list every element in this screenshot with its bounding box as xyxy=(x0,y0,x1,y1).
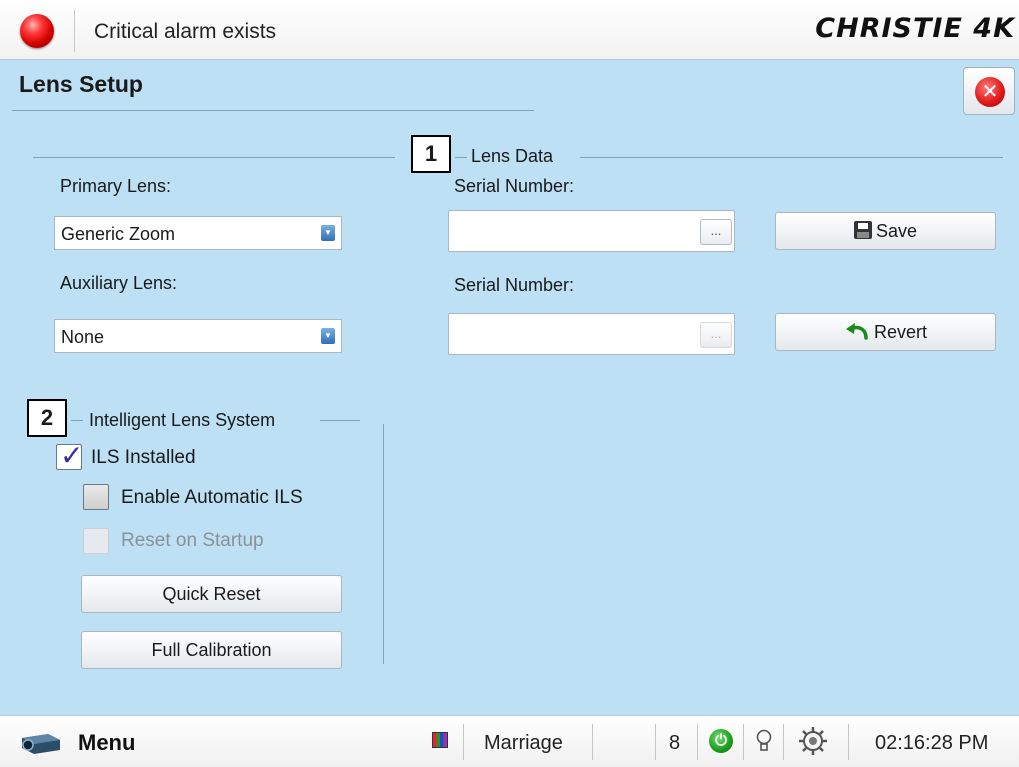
callout-2: 2 xyxy=(27,399,67,437)
group-divider xyxy=(320,420,360,421)
cooling-gear-icon[interactable] xyxy=(795,725,831,757)
palette-icon[interactable] xyxy=(432,732,448,748)
lens-setup-panel: Lens Setup ✕ 1 Lens Data Primary Lens: G… xyxy=(0,60,1019,715)
divider xyxy=(592,724,593,760)
alarm-status-text[interactable]: Critical alarm exists xyxy=(94,20,276,44)
divider xyxy=(74,10,75,52)
divider xyxy=(743,724,744,760)
ils-installed-checkbox[interactable]: ✓ xyxy=(56,440,83,471)
reset-on-startup-checkbox[interactable] xyxy=(83,528,109,554)
projector-icon[interactable] xyxy=(18,728,64,756)
primary-serial-field[interactable]: ... xyxy=(448,210,735,252)
clock: 02:16:28 PM xyxy=(875,732,989,754)
ils-group-label: Intelligent Lens System xyxy=(89,410,276,430)
check-icon: ✓ xyxy=(60,440,84,471)
group-divider xyxy=(580,157,1003,158)
top-status-bar: Critical alarm exists CHRISTIE 4K xyxy=(0,0,1019,60)
divider xyxy=(463,724,464,760)
title-underline xyxy=(12,110,534,111)
group-divider xyxy=(383,424,384,664)
active-profile-label[interactable]: Marriage xyxy=(484,732,563,755)
alarm-light-icon[interactable] xyxy=(20,14,54,48)
close-button[interactable]: ✕ xyxy=(963,67,1015,115)
divider xyxy=(655,724,656,760)
revert-button[interactable]: Revert xyxy=(775,313,996,351)
full-calibration-button[interactable]: Full Calibration xyxy=(81,631,342,669)
browse-button[interactable]: ... xyxy=(700,219,732,245)
primary-lens-value: Generic Zoom xyxy=(61,224,176,244)
bottom-taskbar: Menu Marriage 8 ⏻ 02:16:28 PM xyxy=(0,715,1019,767)
divider xyxy=(783,724,784,760)
divider xyxy=(848,724,849,760)
group-divider xyxy=(33,157,395,158)
save-button[interactable]: Save xyxy=(775,212,996,250)
auxiliary-serial-label: Serial Number: xyxy=(454,275,575,295)
primary-lens-select[interactable]: Generic Zoom ▼ xyxy=(54,216,342,250)
lamp-bulb-icon[interactable] xyxy=(755,728,773,754)
callout-1: 1 xyxy=(411,135,451,173)
reset-on-startup-label: Reset on Startup xyxy=(121,530,264,551)
power-icon[interactable]: ⏻ xyxy=(709,729,733,753)
group-divider xyxy=(455,157,467,158)
auxiliary-lens-select[interactable]: None ▼ xyxy=(54,319,342,353)
primary-lens-label: Primary Lens: xyxy=(60,176,172,196)
auxiliary-lens-label: Auxiliary Lens: xyxy=(60,273,178,293)
revert-label: Revert xyxy=(873,322,927,342)
enable-automatic-ils-label: Enable Automatic ILS xyxy=(121,487,303,508)
browse-button[interactable]: ... xyxy=(700,322,732,348)
primary-serial-label: Serial Number: xyxy=(454,176,575,196)
auxiliary-lens-value: None xyxy=(61,327,105,347)
auxiliary-serial-field[interactable]: ... xyxy=(448,313,735,355)
chevron-down-icon: ▼ xyxy=(321,225,335,241)
enable-automatic-ils-checkbox[interactable] xyxy=(83,484,109,510)
save-label: Save xyxy=(875,221,918,241)
chevron-down-icon: ▼ xyxy=(321,328,335,344)
close-icon: ✕ xyxy=(975,77,1005,107)
save-icon xyxy=(853,221,872,240)
divider xyxy=(697,724,698,760)
quick-reset-button[interactable]: Quick Reset xyxy=(81,575,342,613)
revert-icon xyxy=(845,323,868,340)
lens-data-group-label: Lens Data xyxy=(471,146,554,166)
page-title: Lens Setup xyxy=(19,71,143,97)
channel-number[interactable]: 8 xyxy=(669,732,680,755)
group-divider xyxy=(71,420,83,421)
ils-installed-label: ILS Installed xyxy=(91,447,196,468)
menu-button[interactable]: Menu xyxy=(78,730,135,756)
brand-logo: CHRISTIE 4K xyxy=(815,13,1015,44)
